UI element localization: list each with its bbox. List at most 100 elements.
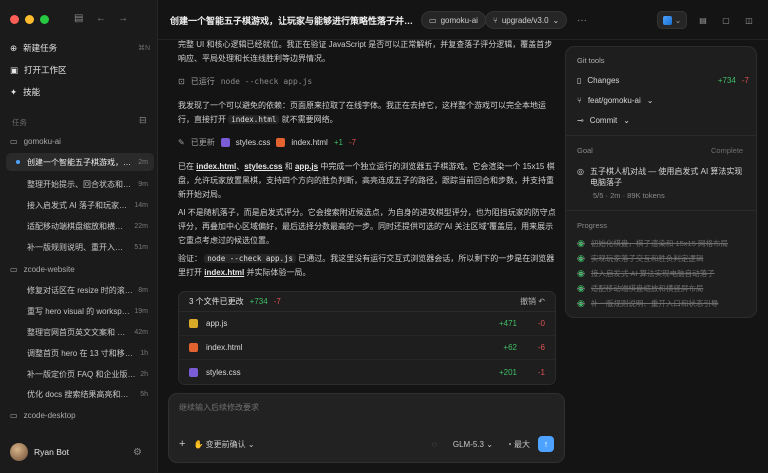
divider — [566, 210, 756, 211]
changed-file-row[interactable]: index.html +62 -6 — [179, 336, 555, 360]
progress-item: ◉ 初始化棋盘，棋子渲染和 15x15 网格布局 — [577, 238, 728, 248]
wand-icon: ✦ — [10, 86, 18, 97]
file-link[interactable]: index.html — [204, 268, 244, 277]
message-paragraph: 验证： node --check app.js 已通过。我这里没有运行交互式浏览… — [178, 254, 555, 277]
composer-toolbar: + ✋ 变更前确认 ⌄ ◌ GLM-5.3 ⌄ ◔ 最大 ↑ — [179, 436, 554, 452]
task-item[interactable]: 整理开始提示、回合状态和胜负提示文案 9m — [6, 175, 154, 193]
approval-mode-selector[interactable]: ✋ 变更前确认 ⌄ — [193, 439, 254, 450]
model-selector[interactable]: GLM-5.3 ⌄ — [453, 440, 493, 449]
close-window-button[interactable] — [10, 15, 19, 24]
terminal-icon: ⊡ — [178, 77, 185, 86]
task-item[interactable]: 创建一个智能五子棋游戏，让玩家与能够进行策略性落子并准确判断胜负的 AI 对战 … — [6, 153, 154, 171]
git-branch-row[interactable]: ⑂ feat/gomoku-ai ⌄ — [577, 96, 749, 105]
preview-icon[interactable]: ▢ — [719, 11, 733, 29]
project-group-zcode-desktop[interactable]: ▭ zcode-desktop — [10, 411, 76, 420]
side-panel: Git tools ▯ Changes +734 -7 ⑂ feat/gomok… — [565, 46, 757, 318]
effort-selector[interactable]: ◔ 最大 — [507, 439, 530, 450]
project-group-zcode-website[interactable]: ▭ zcode-website — [10, 265, 75, 274]
message-paragraph: 我发现了一个可以避免的依赖：页面原来拉取了在线字体。我正在去掉它，这样整个游戏可… — [178, 101, 546, 124]
terminal-icon[interactable]: ▤ — [696, 11, 710, 29]
task-item[interactable]: 适配移动端棋盘缩放和横竖屏布局 22m — [6, 217, 154, 235]
page-title: 创建一个智能五子棋游戏，让玩家与能够进行策略性落子并准确判断胜负的 AI 对战 — [170, 16, 418, 26]
branch-selector[interactable]: ⑂ upgrade/v3.0 ⌄ — [485, 11, 568, 29]
message-paragraph: AI 不是随机落子，而是启发式评分。它会搜索附近候选点，为自身的进攻棋型评分，也… — [178, 208, 556, 245]
panel-toggle-icon[interactable]: ◫ — [742, 11, 756, 29]
progress-item: ◉ 适配移动端棋盘缩放和横竖屏布局 — [577, 283, 704, 293]
header: 创建一个智能五子棋游戏，让玩家与能够进行策略性落子并准确判断胜负的 AI 对战 … — [158, 0, 768, 40]
target-icon: ◎ — [577, 167, 584, 176]
more-button[interactable]: ··· — [575, 11, 589, 29]
task-item[interactable]: 调整首页 hero 在 13 寸和移动端的间距 1h — [6, 344, 154, 362]
css-file-icon — [220, 138, 230, 147]
check-circle-icon: ◉ — [577, 238, 585, 248]
edited-files-row[interactable]: ✎ 已更新 styles.css index.html +1 -7 — [178, 137, 356, 148]
progress-item: ◉ 补一版规则说明、重开入口和状态引导 — [577, 298, 719, 308]
minimize-window-button[interactable] — [25, 15, 34, 24]
file-link[interactable]: styles.css — [244, 162, 282, 171]
progress-label: Progress — [577, 221, 608, 230]
composer-input[interactable]: 继续输入后续修改要求 — [179, 402, 259, 413]
composer: 继续输入后续修改要求 + ✋ 变更前确认 ⌄ ◌ GLM-5.3 ⌄ ◔ 最大 … — [168, 393, 565, 463]
git-tools-label: Git tools — [577, 56, 605, 65]
goal-status: Complete — [711, 146, 744, 155]
back-arrow-icon[interactable]: ← — [96, 13, 106, 24]
sidebar: ▤ ← → ⊕ 新建任务 ⌘N ▣ 打开工作区 ✦ 技能 任务 ⊟ ▭ gomo… — [0, 0, 158, 473]
file-link[interactable]: index.html — [196, 162, 236, 171]
sidebar-toggle-icon[interactable]: ▤ — [74, 13, 83, 24]
open-workspace-button[interactable]: ▣ 打开工作区 — [10, 64, 150, 76]
hand-icon: ✋ — [193, 439, 204, 449]
chevron-down-icon: ⌄ — [646, 96, 654, 105]
check-circle-icon: ◉ — [577, 253, 585, 263]
gear-icon[interactable]: ⚙ — [133, 447, 142, 458]
attach-button[interactable]: + — [179, 438, 185, 450]
chevron-down-icon: ⌄ — [486, 439, 493, 449]
task-item[interactable]: 补一版规则说明、重开入口和状态引导 51m — [6, 238, 154, 256]
branch-icon: ⑂ — [493, 15, 498, 25]
check-circle-icon: ◉ — [577, 268, 585, 278]
zoom-window-button[interactable] — [40, 15, 49, 24]
check-circle-icon: ◉ — [577, 298, 585, 308]
ran-command-row[interactable]: ⊡ 已运行 node --check app.js — [178, 76, 312, 87]
files-changed-card: 3 个文件已更改 +734 -7 撤销 ↶ app.js +471 -0 ind… — [178, 291, 556, 385]
js-file-icon — [189, 319, 198, 328]
skills-button[interactable]: ✦ 技能 — [10, 86, 150, 98]
undo-button[interactable]: 撤销 ↶ — [520, 296, 545, 307]
file-link[interactable]: app.js — [295, 162, 318, 171]
task-item[interactable]: 补一版定价页 FAQ 和企业版说明 2h — [6, 365, 154, 383]
editor-switcher[interactable]: ⌄ — [657, 11, 687, 29]
divider — [566, 135, 756, 136]
message-paragraph: 完整 UI 和核心逻辑已经就位。我正在验证 JavaScript 是否可以正常解… — [178, 40, 553, 63]
css-file-icon — [189, 367, 198, 377]
chevron-down-icon: ⌄ — [674, 15, 682, 25]
git-commit-row[interactable]: ⊸ Commit ⌄ — [577, 116, 749, 125]
goal-item: ◎ 五子棋人机对战 — 使用启发式 AI 算法实现电脑落子 — [577, 167, 743, 187]
project-group-gomoku-ai[interactable]: ▭ gomoku-ai — [10, 137, 61, 146]
folder-icon: ▣ — [10, 64, 19, 75]
send-button[interactable]: ↑ — [538, 436, 554, 452]
app-logo-icon — [662, 15, 672, 25]
changed-file-row[interactable]: app.js +471 -0 — [179, 312, 555, 336]
git-changes-row[interactable]: ▯ Changes +734 -7 — [577, 76, 749, 85]
chevron-down-icon: ⌄ — [247, 439, 255, 449]
project-selector[interactable]: ▭ gomoku-ai — [421, 11, 486, 29]
task-item[interactable]: 整理官网首页英文文案和 CTA 42m — [6, 323, 154, 341]
html-file-icon — [189, 343, 198, 352]
active-task-dot — [16, 160, 20, 164]
new-task-icon: ⊕ — [10, 42, 18, 53]
changed-file-row[interactable]: styles.css +201 -1 — [179, 360, 555, 384]
task-item[interactable]: 优化 docs 搜索结果高亮和空状态 5h — [6, 385, 154, 403]
message-paragraph: 已在 index.html、styles.css 和 app.js 中完成一个独… — [178, 162, 555, 199]
task-item[interactable]: 修复对话区在 resize 时的滚动跳动问题 8m — [6, 281, 154, 299]
folder-icon: ▭ — [10, 265, 18, 274]
commit-icon: ⊸ — [577, 116, 584, 125]
folder-icon: ▭ — [10, 411, 18, 420]
arrow-up-icon: ↑ — [543, 439, 549, 449]
new-task-button[interactable]: ⊕ 新建任务 ⌘N — [10, 42, 150, 54]
chevron-down-icon: ⌄ — [623, 116, 630, 125]
task-item[interactable]: 重写 hero visual 的 workspace 卡片 19m — [6, 302, 154, 320]
forward-arrow-icon[interactable]: → — [118, 13, 128, 24]
user-profile[interactable]: Ryan Bot — [10, 443, 69, 461]
window-controls — [10, 15, 49, 24]
task-item[interactable]: 接入启发式 AI 落子和玩家轮流逻辑 14m — [6, 196, 154, 214]
archive-icon[interactable]: ⊟ — [139, 115, 147, 126]
